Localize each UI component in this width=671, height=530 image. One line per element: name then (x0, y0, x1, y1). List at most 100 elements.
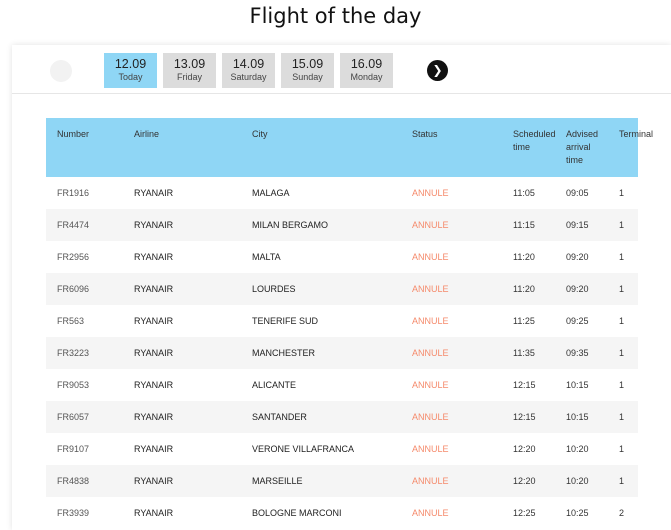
status-badge: ANNULE (412, 412, 449, 422)
header-advised-arrival-time: Advised arrival time (566, 129, 599, 165)
scheduled-time: 11:25 (513, 316, 535, 326)
header-city: City (252, 129, 268, 139)
table-row: FR9107 RYANAIR VERONE VILLAFRANCA ANNULE 12:… (46, 433, 638, 465)
terminal: 1 (619, 284, 625, 294)
header-number: Number (57, 129, 90, 139)
status-badge: ANNULE (412, 220, 449, 230)
advised-time: 10:15 (566, 412, 589, 422)
table-row: FR3223 RYANAIR MANCHESTER ANNULE 11:35 09:35 1 (46, 337, 638, 369)
flight-number: FR2956 (57, 252, 90, 262)
city: TENERIFE SUD (252, 316, 319, 326)
terminal: 1 (619, 412, 625, 422)
status-badge: ANNULE (412, 380, 449, 390)
advised-time: 10:20 (566, 476, 589, 486)
table-row: FR6057 RYANAIR SANTANDER ANNULE 12:15 10:15 1 (46, 401, 638, 433)
flight-number: FR3939 (57, 508, 90, 518)
terminal: 1 (619, 316, 625, 326)
airline: RYANAIR (134, 444, 174, 454)
airline: RYANAIR (134, 284, 174, 294)
airline: RYANAIR (134, 220, 174, 230)
terminal: 1 (619, 188, 625, 198)
prev-dates-button[interactable] (50, 60, 72, 82)
airline: RYANAIR (134, 348, 174, 358)
scheduled-time: 11:20 (513, 284, 535, 294)
date-tab[interactable]: 16.09 Monday (340, 53, 393, 88)
date-tab-day: Monday (350, 72, 383, 82)
terminal: 1 (619, 252, 625, 262)
table-row: FR9053 RYANAIR ALICANTE ANNULE 12:15 10:15 1 (46, 369, 638, 401)
scheduled-time: 11:35 (513, 348, 535, 358)
date-tab-day: Friday (176, 72, 202, 82)
status-badge: ANNULE (412, 444, 449, 454)
date-tab[interactable]: 14.09 Saturday (222, 53, 275, 88)
date-tab-date: 14.09 (232, 57, 265, 71)
advised-time: 10:15 (566, 380, 589, 390)
status-badge: ANNULE (412, 316, 449, 326)
date-tab[interactable]: 15.09 Sunday (281, 53, 334, 88)
header-airline: Airline (134, 129, 160, 139)
status-badge: ANNULE (412, 284, 449, 294)
date-tab[interactable]: 12.09 Today (104, 53, 157, 88)
status-badge: ANNULE (412, 252, 449, 262)
scheduled-time: 11:15 (513, 220, 535, 230)
status-badge: ANNULE (412, 188, 449, 198)
scheduled-time: 12:20 (513, 444, 536, 454)
table-header: Number Airline City Status Scheduled tim… (46, 118, 653, 177)
header-status: Status (412, 129, 438, 139)
city: LOURDES (252, 284, 296, 294)
advised-time: 09:20 (566, 284, 589, 294)
scheduled-time: 12:15 (513, 412, 536, 422)
airline: RYANAIR (134, 476, 174, 486)
advised-time: 09:05 (566, 188, 589, 198)
flights-panel: 12.09 Today 13.09 Friday 14.09 Saturday 15.09 S… (12, 45, 671, 530)
next-dates-button[interactable]: ❯ (427, 60, 448, 81)
scheduled-time: 12:25 (513, 508, 536, 518)
flight-number: FR1916 (57, 188, 90, 198)
date-tab-day: Sunday (292, 72, 323, 82)
table-row: FR4838 RYANAIR MARSEILLE ANNULE 12:20 10:20 1 (46, 465, 638, 497)
date-tab-date: 12.09 (114, 57, 147, 71)
date-tab[interactable]: 13.09 Friday (163, 53, 216, 88)
date-selector: 12.09 Today 13.09 Friday 14.09 Saturday 15.09 S… (12, 45, 671, 94)
terminal: 1 (619, 348, 625, 358)
table-row: FR6096 RYANAIR LOURDES ANNULE 11:20 09:20 1 (46, 273, 638, 305)
advised-time: 09:15 (566, 220, 589, 230)
airline: RYANAIR (134, 412, 174, 422)
flight-number: FR9053 (57, 380, 90, 390)
flight-number: FR9107 (57, 444, 90, 454)
airline: RYANAIR (134, 252, 174, 262)
table-row: FR4474 RYANAIR MILAN BERGAMO ANNULE 11:15 09:… (46, 209, 638, 241)
city: MALTA (252, 252, 281, 262)
table-row: FR563 RYANAIR TENERIFE SUD ANNULE 11:25 09:25… (46, 305, 638, 337)
advised-time: 09:35 (566, 348, 589, 358)
flight-number: FR6096 (57, 284, 90, 294)
city: MANCHESTER (252, 348, 316, 358)
header-terminal: Terminal (619, 129, 654, 139)
terminal: 1 (619, 444, 625, 454)
advised-time: 09:25 (566, 316, 589, 326)
airline: RYANAIR (134, 508, 174, 518)
advised-time: 10:20 (566, 444, 589, 454)
airline: RYANAIR (134, 380, 174, 390)
scheduled-time: 12:20 (513, 476, 536, 486)
date-tab-day: Saturday (230, 72, 267, 82)
terminal: 1 (619, 476, 625, 486)
airline: RYANAIR (134, 316, 174, 326)
table-row: FR3939 RYANAIR BOLOGNE MARCONI ANNULE 12:25 1… (46, 497, 638, 529)
city: BOLOGNE MARCONI (252, 508, 342, 518)
city: VERONE VILLAFRANCA (252, 444, 355, 454)
chevron-right-icon: ❯ (432, 63, 443, 77)
city: MALAGA (252, 188, 290, 198)
page-title: Flight of the day (249, 4, 422, 28)
city: ALICANTE (252, 380, 297, 390)
header-scheduled-time: Scheduled time (513, 129, 556, 152)
flight-number: FR3223 (57, 348, 90, 358)
flight-number: FR4838 (57, 476, 90, 486)
table-row: FR1916 RYANAIR MALAGA ANNULE 11:05 09:05 1 (46, 177, 638, 209)
terminal: 1 (619, 380, 625, 390)
date-tab-date: 15.09 (291, 57, 324, 71)
date-tab-day: Today (118, 72, 143, 82)
date-tab-date: 16.09 (350, 57, 383, 71)
city: SANTANDER (252, 412, 307, 422)
city: MILAN BERGAMO (252, 220, 329, 230)
